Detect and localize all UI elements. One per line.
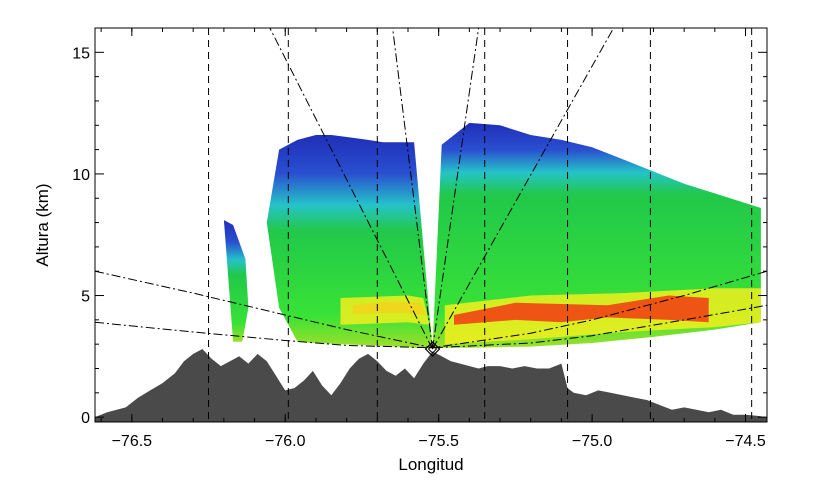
y-tick-label-3: 15 [72, 45, 90, 62]
radar-cross-section-chart: −76.5 −76.0 −75.5 −75.0 −74.5 0 5 10 15 Longitu… [33, 27, 768, 474]
x-axis-label: Longitud [398, 455, 463, 474]
terrain-profile [95, 349, 767, 422]
x-tick-label-4: −74.5 [725, 433, 766, 450]
x-tick-label-0: −76.5 [112, 433, 153, 450]
y-tick-label-0: 0 [81, 410, 90, 427]
x-tick-label-3: −75.0 [572, 433, 613, 450]
x-tick-label-1: −76.0 [265, 433, 306, 450]
y-tick-label-1: 5 [81, 289, 90, 306]
y-axis-label: Altura (km) [33, 183, 52, 266]
plot-area [95, 122, 767, 422]
echo-band-west-1 [340, 295, 430, 325]
y-tick-label-2: 10 [72, 167, 90, 184]
x-tick-label-2: −75.5 [418, 433, 459, 450]
echo-sector-isolated-west [223, 220, 249, 342]
